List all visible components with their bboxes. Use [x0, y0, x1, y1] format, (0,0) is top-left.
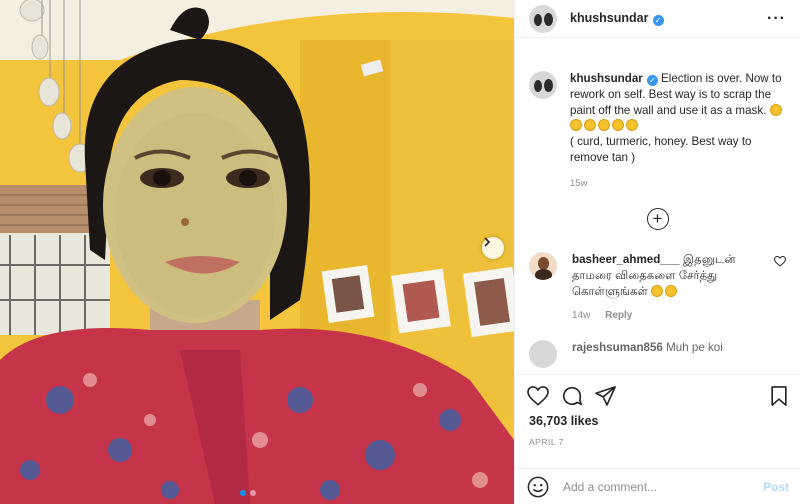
carousel-next-button[interactable] [482, 237, 504, 259]
heart-icon[interactable] [527, 385, 549, 406]
post-username[interactable]: khushsundar ✓ [570, 11, 664, 26]
laughing-emoji-icon [570, 119, 582, 132]
avatar[interactable] [529, 251, 557, 280]
laughing-emoji-icon [584, 119, 596, 132]
verified-badge-icon: ✓ [652, 15, 664, 26]
smiley-icon[interactable] [527, 476, 549, 498]
avatar[interactable] [529, 71, 557, 99]
laughing-emoji-icon [612, 119, 624, 132]
comment-time[interactable]: 14w [572, 310, 590, 321]
laughing-emoji-icon [665, 284, 678, 297]
post-photo[interactable] [0, 0, 514, 504]
carousel-dot [240, 490, 246, 496]
post-header: khushsundar ✓ ··· [515, 0, 800, 38]
post-date[interactable]: APRIL 7 [515, 437, 800, 447]
comment-meta: 14w Reply [572, 308, 762, 324]
post-comment-button[interactable]: Post [763, 480, 789, 494]
comment-item: rajeshsuman856 Muh pe koi [529, 339, 786, 368]
comment-text: Muh pe koi [666, 340, 723, 354]
add-comment-input[interactable] [563, 479, 763, 494]
caption-text-2: ( curd, turmeric, honey. Best way to rem… [570, 135, 752, 164]
photo-illustration [0, 0, 514, 504]
bookmark-icon[interactable] [770, 385, 788, 406]
comment-username[interactable]: rajeshsuman856 [572, 341, 663, 354]
reply-button[interactable]: Reply [605, 310, 632, 321]
comment-item: basheer_ahmed___ இதனுடன் தாமரை விதைகளை ச… [529, 251, 786, 324]
action-bar [515, 374, 800, 416]
comment-icon[interactable] [561, 385, 583, 407]
laughing-emoji-icon [598, 119, 610, 132]
verified-badge-icon: ✓ [646, 75, 658, 86]
caption-username[interactable]: khushsundar [570, 72, 643, 85]
comments-list[interactable]: khushsundar ✓ Election is over. Now to re… [515, 38, 800, 374]
caption: khushsundar ✓ Election is over. Now to re… [529, 71, 786, 192]
carousel-dot [250, 490, 256, 496]
comment-like-heart-icon[interactable] [774, 255, 786, 267]
avatar[interactable] [529, 339, 557, 368]
plus-circle-icon: + [652, 209, 663, 229]
avatar[interactable] [529, 4, 557, 33]
comment-username[interactable]: basheer_ahmed___ [572, 253, 680, 266]
carousel-dots [240, 490, 256, 496]
post-dialog: khushsundar ✓ ··· khushsundar ✓ Election i… [0, 0, 800, 504]
laughing-emoji-icon [651, 284, 664, 297]
laughing-emoji-icon [626, 119, 638, 132]
add-comment-bar: Post [515, 468, 800, 504]
load-more-comments-button[interactable]: + [646, 207, 669, 230]
send-icon[interactable] [595, 385, 617, 406]
post-sidebar: khushsundar ✓ ··· khushsundar ✓ Election i… [514, 0, 800, 504]
caption-time[interactable]: 15w [570, 176, 786, 192]
more-horizontal-icon[interactable]: ··· [767, 10, 786, 28]
likes-count[interactable]: 36,703 likes [515, 414, 800, 428]
chevron-right-icon [484, 237, 491, 247]
laughing-emoji-icon [769, 103, 782, 116]
